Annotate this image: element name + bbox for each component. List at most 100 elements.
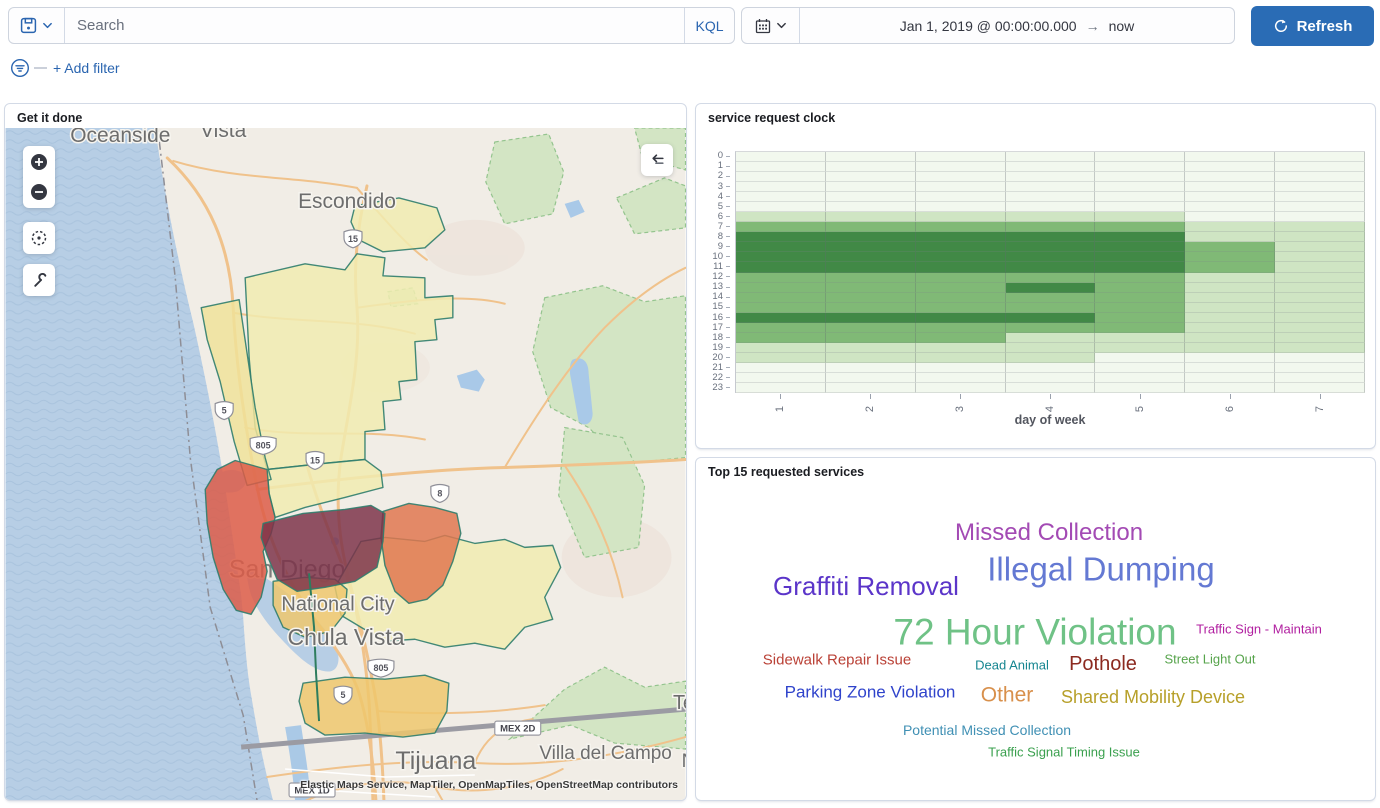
heatmap-cell[interactable] bbox=[1275, 343, 1365, 353]
heatmap-cell[interactable] bbox=[916, 232, 1006, 242]
heatmap-cell[interactable] bbox=[736, 283, 826, 293]
heatmap-cell[interactable] bbox=[1006, 152, 1096, 162]
heatmap-cell[interactable] bbox=[826, 313, 916, 323]
heatmap-cell[interactable] bbox=[1006, 162, 1096, 172]
heatmap-cell[interactable] bbox=[1095, 252, 1185, 262]
heatmap-cell[interactable] bbox=[826, 262, 916, 272]
heatmap-cell[interactable] bbox=[736, 162, 826, 172]
heatmap-cell[interactable] bbox=[736, 293, 826, 303]
heatmap-cell[interactable] bbox=[1185, 343, 1275, 353]
heatmap-cell[interactable] bbox=[1275, 222, 1365, 232]
date-range-start[interactable]: Jan 1, 2019 @ 00:00:00.000 bbox=[900, 18, 1077, 34]
heatmap-cell[interactable] bbox=[916, 343, 1006, 353]
heatmap-cell[interactable] bbox=[1275, 373, 1365, 383]
date-range[interactable]: Jan 1, 2019 @ 00:00:00.000 → now bbox=[800, 8, 1234, 43]
heatmap-cell[interactable] bbox=[916, 162, 1006, 172]
heatmap-cell[interactable] bbox=[1185, 192, 1275, 202]
heatmap-cell[interactable] bbox=[736, 202, 826, 212]
heatmap-cell[interactable] bbox=[1275, 383, 1365, 393]
heatmap-cell[interactable] bbox=[1006, 293, 1096, 303]
heatmap-cell[interactable] bbox=[1275, 283, 1365, 293]
heatmap-cell[interactable] bbox=[826, 273, 916, 283]
heatmap-cell[interactable] bbox=[1095, 273, 1185, 283]
heatmap-cell[interactable] bbox=[1185, 323, 1275, 333]
heatmap-cell[interactable] bbox=[1006, 333, 1096, 343]
heatmap-cell[interactable] bbox=[916, 252, 1006, 262]
heatmap-cell[interactable] bbox=[1275, 363, 1365, 373]
heatmap-cell[interactable] bbox=[826, 303, 916, 313]
heatmap-cell[interactable] bbox=[826, 172, 916, 182]
heatmap-cell[interactable] bbox=[916, 192, 1006, 202]
heatmap-cell[interactable] bbox=[1006, 172, 1096, 182]
heatmap-cell[interactable] bbox=[736, 192, 826, 202]
heatmap-cell[interactable] bbox=[1185, 242, 1275, 252]
heatmap-cell[interactable] bbox=[1095, 283, 1185, 293]
heatmap-cell[interactable] bbox=[1095, 343, 1185, 353]
heatmap-cell[interactable] bbox=[736, 252, 826, 262]
heatmap-cell[interactable] bbox=[736, 273, 826, 283]
heatmap-cell[interactable] bbox=[1095, 363, 1185, 373]
heatmap-cell[interactable] bbox=[826, 353, 916, 363]
heatmap-cell[interactable] bbox=[1006, 363, 1096, 373]
heatmap-cell[interactable] bbox=[1095, 333, 1185, 343]
refresh-button[interactable]: Refresh bbox=[1251, 6, 1374, 46]
heatmap-cell[interactable] bbox=[1275, 202, 1365, 212]
heatmap-cell[interactable] bbox=[916, 363, 1006, 373]
heatmap-cell[interactable] bbox=[1275, 333, 1365, 343]
heatmap-cell[interactable] bbox=[1006, 383, 1096, 393]
tagcloud-word[interactable]: Traffic Sign - Maintain bbox=[1196, 623, 1322, 636]
heatmap-cell[interactable] bbox=[1185, 232, 1275, 242]
heatmap-cell[interactable] bbox=[1275, 152, 1365, 162]
heatmap-cell[interactable] bbox=[736, 363, 826, 373]
tagcloud-word[interactable]: Missed Collection bbox=[955, 521, 1143, 545]
heatmap-cell[interactable] bbox=[826, 242, 916, 252]
heatmap-cell[interactable] bbox=[1095, 323, 1185, 333]
heatmap-cell[interactable] bbox=[826, 232, 916, 242]
heatmap-cell[interactable] bbox=[1095, 152, 1185, 162]
heatmap-cell[interactable] bbox=[1095, 262, 1185, 272]
heatmap-cell[interactable] bbox=[916, 303, 1006, 313]
heatmap-cell[interactable] bbox=[1006, 262, 1096, 272]
heatmap-cell[interactable] bbox=[1006, 232, 1096, 242]
heatmap-cell[interactable] bbox=[826, 373, 916, 383]
heatmap-cell[interactable] bbox=[826, 383, 916, 393]
heatmap-cell[interactable] bbox=[916, 373, 1006, 383]
heatmap-cell[interactable] bbox=[1275, 293, 1365, 303]
heatmap-cell[interactable] bbox=[1185, 303, 1275, 313]
heatmap-cell[interactable] bbox=[826, 293, 916, 303]
heatmap-cell[interactable] bbox=[1185, 152, 1275, 162]
heatmap-cell[interactable] bbox=[916, 333, 1006, 343]
heatmap-cell[interactable] bbox=[916, 273, 1006, 283]
heatmap-cell[interactable] bbox=[1095, 222, 1185, 232]
heatmap-cell[interactable] bbox=[736, 333, 826, 343]
heatmap-cell[interactable] bbox=[736, 373, 826, 383]
heatmap-cell[interactable] bbox=[1185, 252, 1275, 262]
heatmap-cell[interactable] bbox=[1006, 182, 1096, 192]
map-region-san-ysidro[interactable] bbox=[299, 675, 449, 737]
heatmap-cell[interactable] bbox=[1006, 273, 1096, 283]
heatmap-cell[interactable] bbox=[1095, 232, 1185, 242]
heatmap-cell[interactable] bbox=[1095, 202, 1185, 212]
heatmap-cell[interactable] bbox=[1185, 313, 1275, 323]
heatmap-cell[interactable] bbox=[916, 283, 1006, 293]
heatmap-cell[interactable] bbox=[1185, 202, 1275, 212]
heatmap-cell[interactable] bbox=[736, 353, 826, 363]
heatmap-cell[interactable] bbox=[1095, 212, 1185, 222]
heatmap-cell[interactable] bbox=[1095, 353, 1185, 363]
heatmap-cell[interactable] bbox=[826, 363, 916, 373]
filter-sets-button[interactable] bbox=[8, 56, 32, 80]
heatmap-cell[interactable] bbox=[1095, 303, 1185, 313]
heatmap-cell[interactable] bbox=[1006, 323, 1096, 333]
heatmap-cell[interactable] bbox=[1006, 222, 1096, 232]
heatmap-cell[interactable] bbox=[826, 152, 916, 162]
heatmap-cell[interactable] bbox=[916, 152, 1006, 162]
heatmap-cell[interactable] bbox=[1006, 343, 1096, 353]
tagcloud-word[interactable]: Shared Mobility Device bbox=[1061, 688, 1245, 706]
heatmap-cell[interactable] bbox=[1095, 313, 1185, 323]
map-canvas[interactable]: San Diego OceansideVistaE bbox=[5, 128, 686, 801]
heatmap-cell[interactable] bbox=[1006, 242, 1096, 252]
heatmap-cell[interactable] bbox=[826, 202, 916, 212]
heatmap-cell[interactable] bbox=[1095, 172, 1185, 182]
date-picker-calendar-button[interactable] bbox=[742, 8, 800, 43]
heatmap-cell[interactable] bbox=[736, 323, 826, 333]
